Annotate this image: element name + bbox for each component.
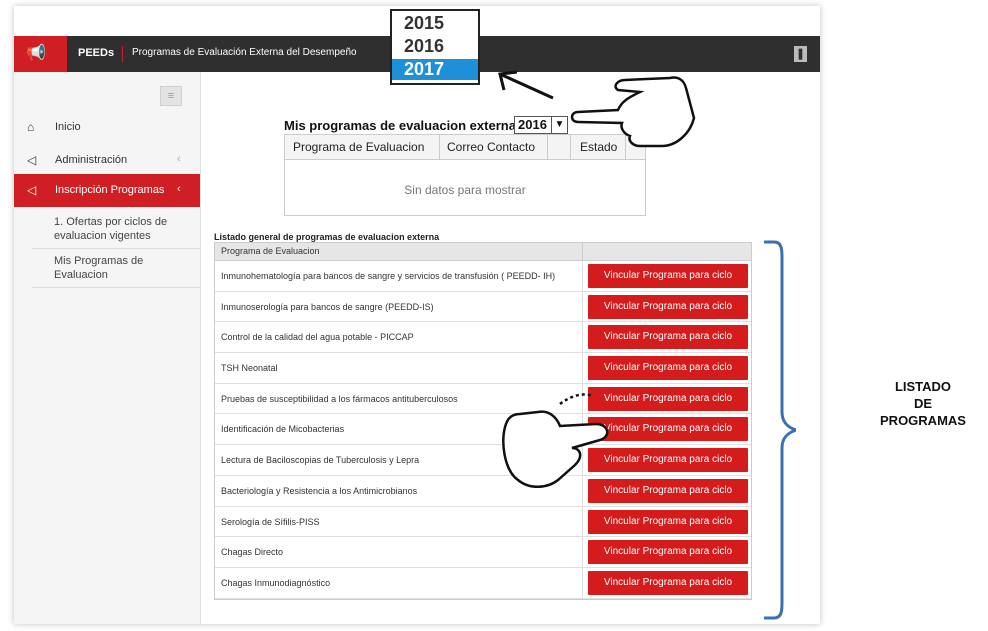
bracket-icon (764, 240, 796, 620)
annotation-text: PROGRAMAS (880, 413, 966, 428)
listado-annotation: LISTADO DE PROGRAMAS (858, 378, 988, 429)
pointing-hand-icon (570, 76, 696, 148)
annotation-overlay (498, 70, 696, 488)
arrow-icon (498, 70, 554, 100)
pointing-hand-icon (502, 393, 609, 488)
annotation-text: DE (913, 396, 933, 411)
annotation-text: LISTADO (894, 379, 952, 394)
